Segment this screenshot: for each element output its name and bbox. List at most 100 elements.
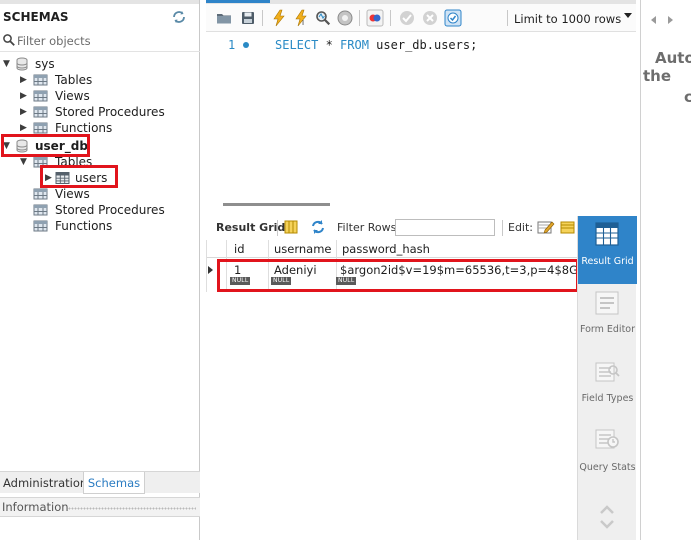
execute-icon[interactable] <box>270 9 288 27</box>
line-number: 1 <box>228 38 236 52</box>
cell-id[interactable]: 1 <box>234 263 241 277</box>
horizontal-scrollbar[interactable] <box>223 203 330 206</box>
sql-statement[interactable]: SELECT * FROM user_db.users; <box>275 38 477 52</box>
tree-node-user-db-functions[interactable]: Functions <box>0 218 200 234</box>
schemas-title: SCHEMAS <box>3 10 69 24</box>
grid-icon <box>594 221 620 247</box>
toolbar-separator <box>502 220 503 236</box>
rollback-icon[interactable] <box>421 9 439 27</box>
sql-table-name: user_db.users; <box>368 38 478 52</box>
tab-schemas[interactable]: Schemas <box>83 472 145 494</box>
explain-icon[interactable] <box>314 9 332 27</box>
tree-label: Views <box>55 89 90 103</box>
help-navigation <box>641 4 691 32</box>
expand-arrow-icon[interactable]: ▶ <box>45 173 55 183</box>
tree-node-user-db[interactable]: ▼ user_db <box>0 138 200 154</box>
tree-node-user-db-procedures[interactable]: Stored Procedures <box>0 202 200 218</box>
database-icon <box>15 57 30 71</box>
tree-label: user_db <box>35 139 88 153</box>
procedures-folder-icon <box>33 105 48 119</box>
side-label-field-types: Field Types <box>581 393 634 404</box>
schemas-header: SCHEMAS <box>0 4 200 30</box>
resize-grip[interactable] <box>68 507 196 510</box>
filter-rows-label: Filter Rows: <box>337 221 401 234</box>
expand-arrow-icon[interactable]: ▶ <box>20 91 30 101</box>
toolbar-separator <box>507 10 508 26</box>
column-header-id[interactable]: id <box>234 242 245 256</box>
tables-folder-icon <box>33 73 48 87</box>
collapse-arrow-icon[interactable]: ▼ <box>20 157 30 167</box>
column-header-password-hash[interactable]: password_hash <box>342 242 430 256</box>
tab-administration[interactable]: Administration <box>0 472 90 494</box>
search-icon <box>2 33 16 47</box>
result-grid-label[interactable]: Result Grid <box>216 221 285 234</box>
tables-folder-icon <box>33 155 48 169</box>
sql-keyword-from: FROM <box>340 38 369 52</box>
back-arrow-icon[interactable] <box>651 16 656 24</box>
stop-icon[interactable] <box>336 9 354 27</box>
help-text-line: the <box>643 67 672 85</box>
tree-label: sys <box>35 57 55 71</box>
active-tab-indicator[interactable] <box>206 0 270 3</box>
tree-node-sys-tables[interactable]: ▶ Tables <box>0 72 200 88</box>
refresh-icon[interactable] <box>309 219 327 237</box>
expand-arrow-icon[interactable]: ▶ <box>20 75 30 85</box>
field-types-icon <box>594 359 620 385</box>
insert-row-icon[interactable] <box>560 219 578 237</box>
tree-node-sys[interactable]: ▼ sys <box>0 56 200 72</box>
filter-rows-input[interactable] <box>395 219 495 236</box>
grid-layout-icon[interactable] <box>283 219 301 237</box>
navigator-panel: SCHEMAS ▼ sys ▶ Tables ▶ <box>0 0 200 540</box>
grid-column-separator <box>206 240 207 292</box>
tree-node-sys-functions[interactable]: ▶ Functions <box>0 120 200 136</box>
tree-label: users <box>75 171 108 185</box>
toolbar-separator <box>277 220 278 236</box>
column-header-username[interactable]: username <box>274 242 332 256</box>
help-text-line: Auto <box>655 49 691 67</box>
information-bar[interactable]: Information <box>0 497 200 517</box>
sql-editor-panel: I Limit to 1000 rows 1 SELECT * FROM use… <box>206 0 637 540</box>
sql-code-area[interactable]: 1 SELECT * FROM user_db.users; <box>206 32 636 192</box>
tree-node-users[interactable]: ▶ users <box>0 170 200 186</box>
tree-node-user-db-views[interactable]: Views <box>0 186 200 202</box>
auto-commit-icon[interactable] <box>444 9 462 27</box>
tree-label: Views <box>55 187 90 201</box>
tree-label: Stored Procedures <box>55 105 165 119</box>
views-folder-icon <box>33 89 48 103</box>
procedures-folder-icon <box>33 203 48 217</box>
cell-username[interactable]: Adeniyi <box>274 263 317 277</box>
toolbar-separator <box>390 10 391 26</box>
editor-toolbar: I Limit to 1000 rows <box>206 4 636 32</box>
tree-label: Tables <box>55 155 93 169</box>
edit-row-icon[interactable] <box>537 219 555 237</box>
grid-header: id username password_hash <box>206 240 578 258</box>
toggle-continue-on-error-icon[interactable] <box>366 9 384 27</box>
forward-arrow-icon[interactable] <box>668 16 673 24</box>
execute-statement-icon[interactable]: I <box>292 9 310 27</box>
functions-folder-icon <box>33 121 48 135</box>
tree-node-user-db-tables[interactable]: ▼ Tables <box>0 154 200 170</box>
chevron-down-icon[interactable] <box>624 13 632 18</box>
database-icon <box>15 139 30 153</box>
null-badge: NULL <box>336 277 357 285</box>
collapse-arrow-icon[interactable]: ▼ <box>3 59 13 69</box>
grid-column-separator[interactable] <box>268 240 269 292</box>
commit-icon[interactable] <box>398 9 416 27</box>
save-icon[interactable] <box>239 9 257 27</box>
result-grid-side-button[interactable]: Result Grid <box>578 216 637 284</box>
tree-node-sys-views[interactable]: ▶ Views <box>0 88 200 104</box>
expand-arrow-icon[interactable]: ▶ <box>20 123 30 133</box>
limit-rows-select[interactable]: Limit to 1000 rows <box>514 11 638 27</box>
filter-objects-input[interactable] <box>17 31 195 50</box>
refresh-icon[interactable] <box>171 9 187 25</box>
tree-label: Functions <box>55 121 113 135</box>
grid-column-separator <box>226 240 227 292</box>
side-label-form-editor: Form Editor <box>579 324 636 335</box>
scroll-chevron-icon[interactable] <box>598 502 616 532</box>
side-label-result-grid: Result Grid <box>581 256 634 267</box>
expand-arrow-icon[interactable]: ▶ <box>20 107 30 117</box>
views-folder-icon <box>33 187 48 201</box>
open-folder-icon[interactable] <box>215 9 233 27</box>
tree-node-sys-procedures[interactable]: ▶ Stored Procedures <box>0 104 200 120</box>
collapse-arrow-icon[interactable]: ▼ <box>3 141 13 151</box>
